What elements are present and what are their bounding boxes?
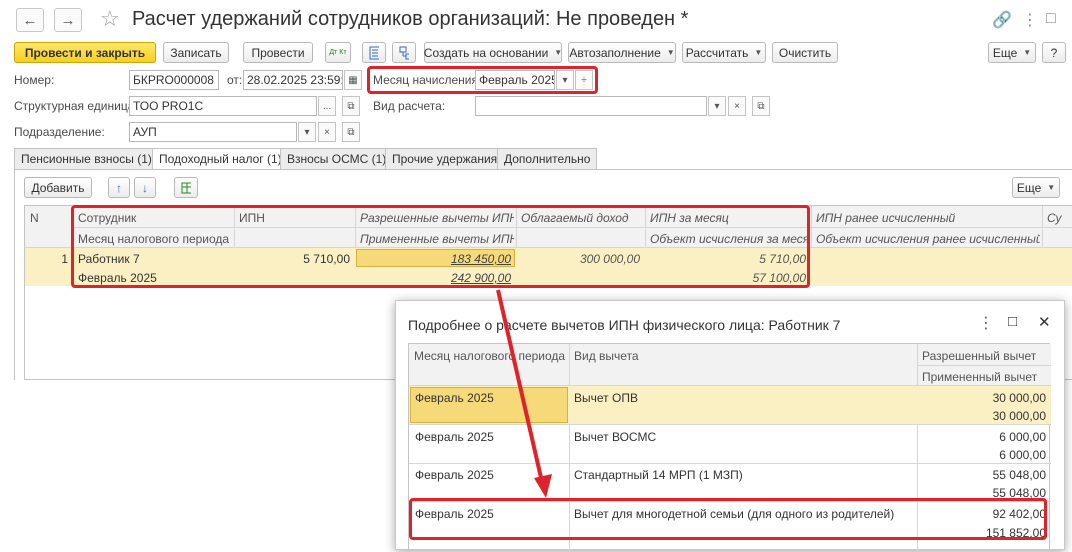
- annotation-arrow-icon: [496, 289, 552, 498]
